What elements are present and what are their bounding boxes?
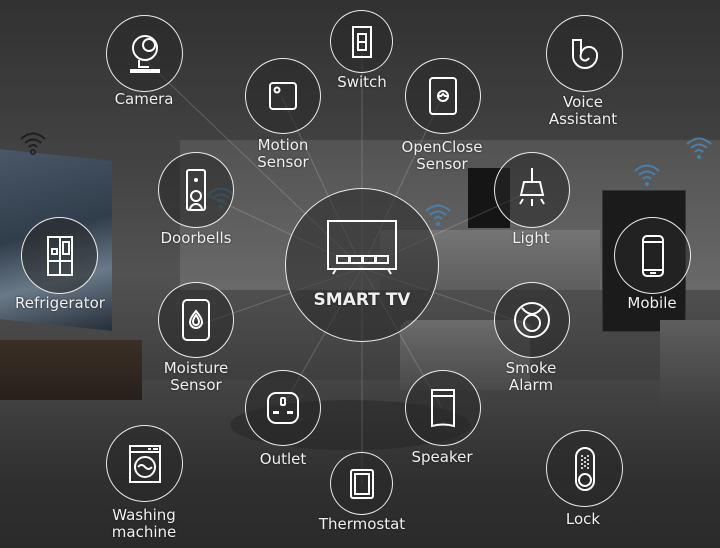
moisture-sensor-label-line2: Sensor xyxy=(170,376,222,394)
motion-sensor-icon xyxy=(269,82,297,110)
mobile-icon xyxy=(641,234,664,277)
moisture-sensor-icon xyxy=(182,299,210,341)
smoke-alarm-label-line1: Smoke xyxy=(505,359,557,377)
refrigerator-icon xyxy=(46,235,73,276)
smart-tv-label: SMART TV xyxy=(313,290,411,310)
thermostat-button[interactable] xyxy=(330,452,393,515)
smoke-alarm-icon xyxy=(514,302,550,338)
mobile-label: Mobile xyxy=(627,294,677,312)
thermostat-label: Thermostat xyxy=(318,515,406,533)
moisture-sensor-label-line1: Moisture xyxy=(163,359,229,377)
motion-sensor-button[interactable] xyxy=(245,58,321,134)
wifi-icon xyxy=(686,137,712,159)
light-button[interactable] xyxy=(494,152,570,228)
speaker-button[interactable] xyxy=(405,370,481,446)
smoke-alarm-button[interactable] xyxy=(494,282,570,358)
lock-button[interactable] xyxy=(546,430,623,507)
smoke-alarm-label-line2: Alarm xyxy=(508,376,554,394)
mobile-button[interactable] xyxy=(614,217,691,294)
thermostat-icon xyxy=(349,468,374,499)
speaker-label: Speaker xyxy=(411,448,473,466)
camera-button[interactable] xyxy=(106,15,183,92)
motion-sensor-label-line2: Sensor xyxy=(257,153,309,171)
lock-label: Lock xyxy=(565,510,601,528)
open-close-sensor-button[interactable] xyxy=(405,58,481,134)
moisture-sensor-button[interactable] xyxy=(158,282,234,358)
voice-assistant-button[interactable] xyxy=(546,15,623,92)
outlet-icon xyxy=(267,392,299,424)
refrigerator-button[interactable] xyxy=(21,217,98,294)
doorbell-label: Doorbells xyxy=(160,229,232,247)
switch-button[interactable] xyxy=(330,10,393,73)
lock-icon xyxy=(574,446,595,491)
open-close-sensor-icon xyxy=(429,77,457,115)
speaker-icon xyxy=(431,389,455,428)
doorbell-icon xyxy=(186,169,206,211)
smart-home-diagram: SMART TV Camera Switch Motion Sensor Ope… xyxy=(0,0,720,548)
camera-icon xyxy=(129,34,160,73)
camera-label: Camera xyxy=(114,90,174,108)
switch-label: Switch xyxy=(337,73,387,91)
voice-assistant-label-line2: Assistant xyxy=(548,110,618,128)
open-close-sensor-label-line1: OpenClose xyxy=(401,138,483,156)
smart-tv-icon xyxy=(327,220,397,275)
switch-icon xyxy=(351,25,372,58)
washing-machine-icon xyxy=(128,444,161,483)
washing-machine-label-line2: machine xyxy=(111,523,177,541)
light-icon xyxy=(519,168,545,206)
wifi-icon xyxy=(20,132,46,155)
wifi-icon xyxy=(634,164,660,186)
motion-sensor-label-line1: Motion xyxy=(257,136,309,154)
smart-tv-hub[interactable] xyxy=(285,188,439,342)
voice-assistant-label-line1: Voice xyxy=(563,93,603,111)
light-label: Light xyxy=(512,229,550,247)
outlet-label: Outlet xyxy=(259,450,307,468)
doorbell-button[interactable] xyxy=(158,152,234,228)
refrigerator-label: Refrigerator xyxy=(15,294,105,312)
voice-assistant-icon xyxy=(571,38,598,69)
outlet-button[interactable] xyxy=(245,370,321,446)
washing-machine-label-line1: Washing xyxy=(112,506,176,524)
washing-machine-button[interactable] xyxy=(106,425,183,502)
open-close-sensor-label-line2: Sensor xyxy=(416,155,468,173)
